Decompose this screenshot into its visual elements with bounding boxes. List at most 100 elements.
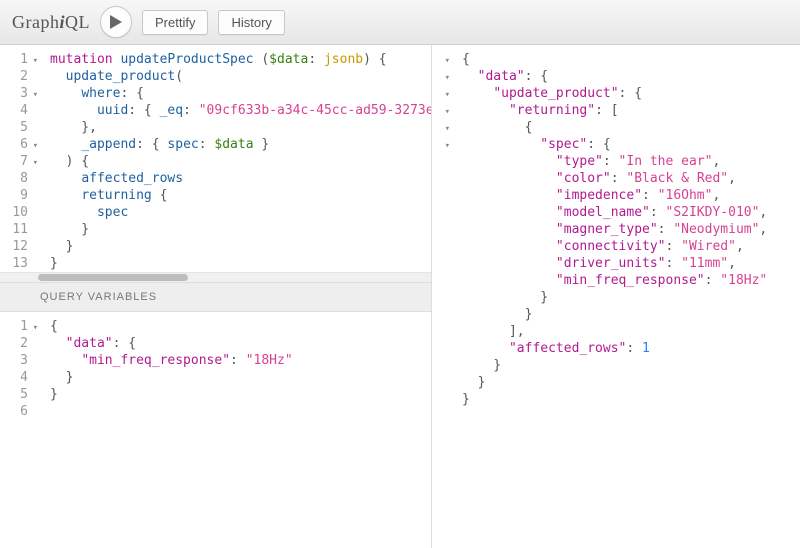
result-pane: ▾▾▾▾▾▾ { "data": { "update_product": { "… <box>432 45 800 548</box>
fold-toggle-icon[interactable]: ▾ <box>33 138 38 155</box>
fold-toggle-icon[interactable]: ▾ <box>33 53 38 70</box>
fold-toggle-icon[interactable]: ▾ <box>445 104 450 121</box>
query-editor[interactable]: 1▾23▾456▾7▾8910111213 mutation updatePro… <box>0 45 431 282</box>
code-line[interactable]: } <box>462 357 767 374</box>
code-line[interactable]: { <box>462 51 767 68</box>
gutter-line: 1▾ <box>0 318 28 335</box>
execute-button[interactable] <box>100 6 132 38</box>
gutter-line: ▾ <box>436 119 440 136</box>
gutter-line <box>436 221 440 238</box>
code-line[interactable]: "impedence": "16Ohm", <box>462 187 767 204</box>
code-line[interactable]: } <box>50 221 431 238</box>
code-line[interactable] <box>50 403 293 420</box>
code-line[interactable]: returning { <box>50 187 431 204</box>
gutter-line: 10 <box>0 204 28 221</box>
gutter-line <box>436 255 440 272</box>
fold-toggle-icon[interactable]: ▾ <box>445 87 450 104</box>
gutter-line: ▾ <box>436 85 440 102</box>
code-line[interactable]: }, <box>50 119 431 136</box>
code-line[interactable]: } <box>50 386 293 403</box>
gutter-line: 9 <box>0 187 28 204</box>
code-line[interactable]: "spec": { <box>462 136 767 153</box>
variables-editor[interactable]: 1▾23456 { "data": { "min_freq_response":… <box>0 312 431 548</box>
fold-toggle-icon[interactable]: ▾ <box>33 320 38 337</box>
gutter-line <box>436 153 440 170</box>
gutter-line: 5 <box>0 119 28 136</box>
code-line[interactable]: "affected_rows": 1 <box>462 340 767 357</box>
left-pane: 1▾23▾456▾7▾8910111213 mutation updatePro… <box>0 45 432 548</box>
code-line[interactable]: } <box>462 289 767 306</box>
code-line[interactable]: "returning": [ <box>462 102 767 119</box>
gutter-line <box>436 374 440 391</box>
code-line[interactable]: uuid: { _eq: "09cf633b-a34c-45cc-ad59-32… <box>50 102 431 119</box>
gutter-line: 3 <box>0 352 28 369</box>
gutter-line <box>436 357 440 374</box>
code-line[interactable]: ], <box>462 323 767 340</box>
gutter-line: 13 <box>0 255 28 272</box>
code-line[interactable]: affected_rows <box>50 170 431 187</box>
prettify-button[interactable]: Prettify <box>142 10 208 35</box>
gutter-line <box>436 238 440 255</box>
gutter-line: 2 <box>0 335 28 352</box>
fold-toggle-icon[interactable]: ▾ <box>33 155 38 172</box>
fold-toggle-icon[interactable]: ▾ <box>445 70 450 87</box>
gutter-line <box>436 289 440 306</box>
gutter-line: ▾ <box>436 51 440 68</box>
code-line[interactable]: "min_freq_response": "18Hz" <box>462 272 767 289</box>
gutter-line: 6▾ <box>0 136 28 153</box>
gutter-line: ▾ <box>436 136 440 153</box>
code-line[interactable]: { <box>462 119 767 136</box>
code-line[interactable]: _append: { spec: $data } <box>50 136 431 153</box>
gutter-line <box>436 204 440 221</box>
horizontal-scrollbar[interactable] <box>0 272 431 282</box>
fold-toggle-icon[interactable]: ▾ <box>33 87 38 104</box>
main-panes: 1▾23▾456▾7▾8910111213 mutation updatePro… <box>0 45 800 548</box>
gutter-line <box>436 306 440 323</box>
gutter-line <box>436 187 440 204</box>
gutter-line <box>436 391 440 408</box>
gutter-line: 7▾ <box>0 153 28 170</box>
gutter-line: 12 <box>0 238 28 255</box>
play-icon <box>110 15 122 29</box>
fold-toggle-icon[interactable]: ▾ <box>445 138 450 155</box>
gutter-line <box>436 272 440 289</box>
code-line[interactable]: spec <box>50 204 431 221</box>
code-line[interactable]: "driver_units": "11mm", <box>462 255 767 272</box>
code-line[interactable]: mutation updateProductSpec ($data: jsonb… <box>50 51 431 68</box>
gutter-line: ▾ <box>436 68 440 85</box>
history-button[interactable]: History <box>218 10 284 35</box>
fold-toggle-icon[interactable]: ▾ <box>445 121 450 138</box>
code-line[interactable]: "connectivity": "Wired", <box>462 238 767 255</box>
graphiql-logo: GraphiQL <box>12 12 90 33</box>
code-line[interactable]: "color": "Black & Red", <box>462 170 767 187</box>
code-line[interactable]: ) { <box>50 153 431 170</box>
code-line[interactable]: } <box>462 306 767 323</box>
code-line[interactable]: } <box>50 255 431 272</box>
code-line[interactable]: } <box>50 238 431 255</box>
code-line[interactable]: "min_freq_response": "18Hz" <box>50 352 293 369</box>
code-line[interactable]: } <box>462 391 767 408</box>
code-line[interactable]: where: { <box>50 85 431 102</box>
gutter-line: 4 <box>0 369 28 386</box>
code-line[interactable]: } <box>462 374 767 391</box>
code-line[interactable]: } <box>50 369 293 386</box>
gutter-line: ▾ <box>436 102 440 119</box>
code-line[interactable]: "data": { <box>50 335 293 352</box>
code-line[interactable]: { <box>50 318 293 335</box>
query-variables-header[interactable]: Query Variables <box>0 282 431 312</box>
fold-toggle-icon[interactable]: ▾ <box>445 53 450 70</box>
toolbar: GraphiQL Prettify History <box>0 0 800 45</box>
code-line[interactable]: "data": { <box>462 68 767 85</box>
gutter-line: 6 <box>0 403 28 420</box>
gutter-line: 1▾ <box>0 51 28 68</box>
gutter-line: 2 <box>0 68 28 85</box>
code-line[interactable]: "type": "In the ear", <box>462 153 767 170</box>
gutter-line: 11 <box>0 221 28 238</box>
code-line[interactable]: "model_name": "S2IKDY-010", <box>462 204 767 221</box>
code-line[interactable]: update_product( <box>50 68 431 85</box>
gutter-line: 8 <box>0 170 28 187</box>
code-line[interactable]: "update_product": { <box>462 85 767 102</box>
code-line[interactable]: "magner_type": "Neodymium", <box>462 221 767 238</box>
gutter-line: 5 <box>0 386 28 403</box>
gutter-line <box>436 170 440 187</box>
